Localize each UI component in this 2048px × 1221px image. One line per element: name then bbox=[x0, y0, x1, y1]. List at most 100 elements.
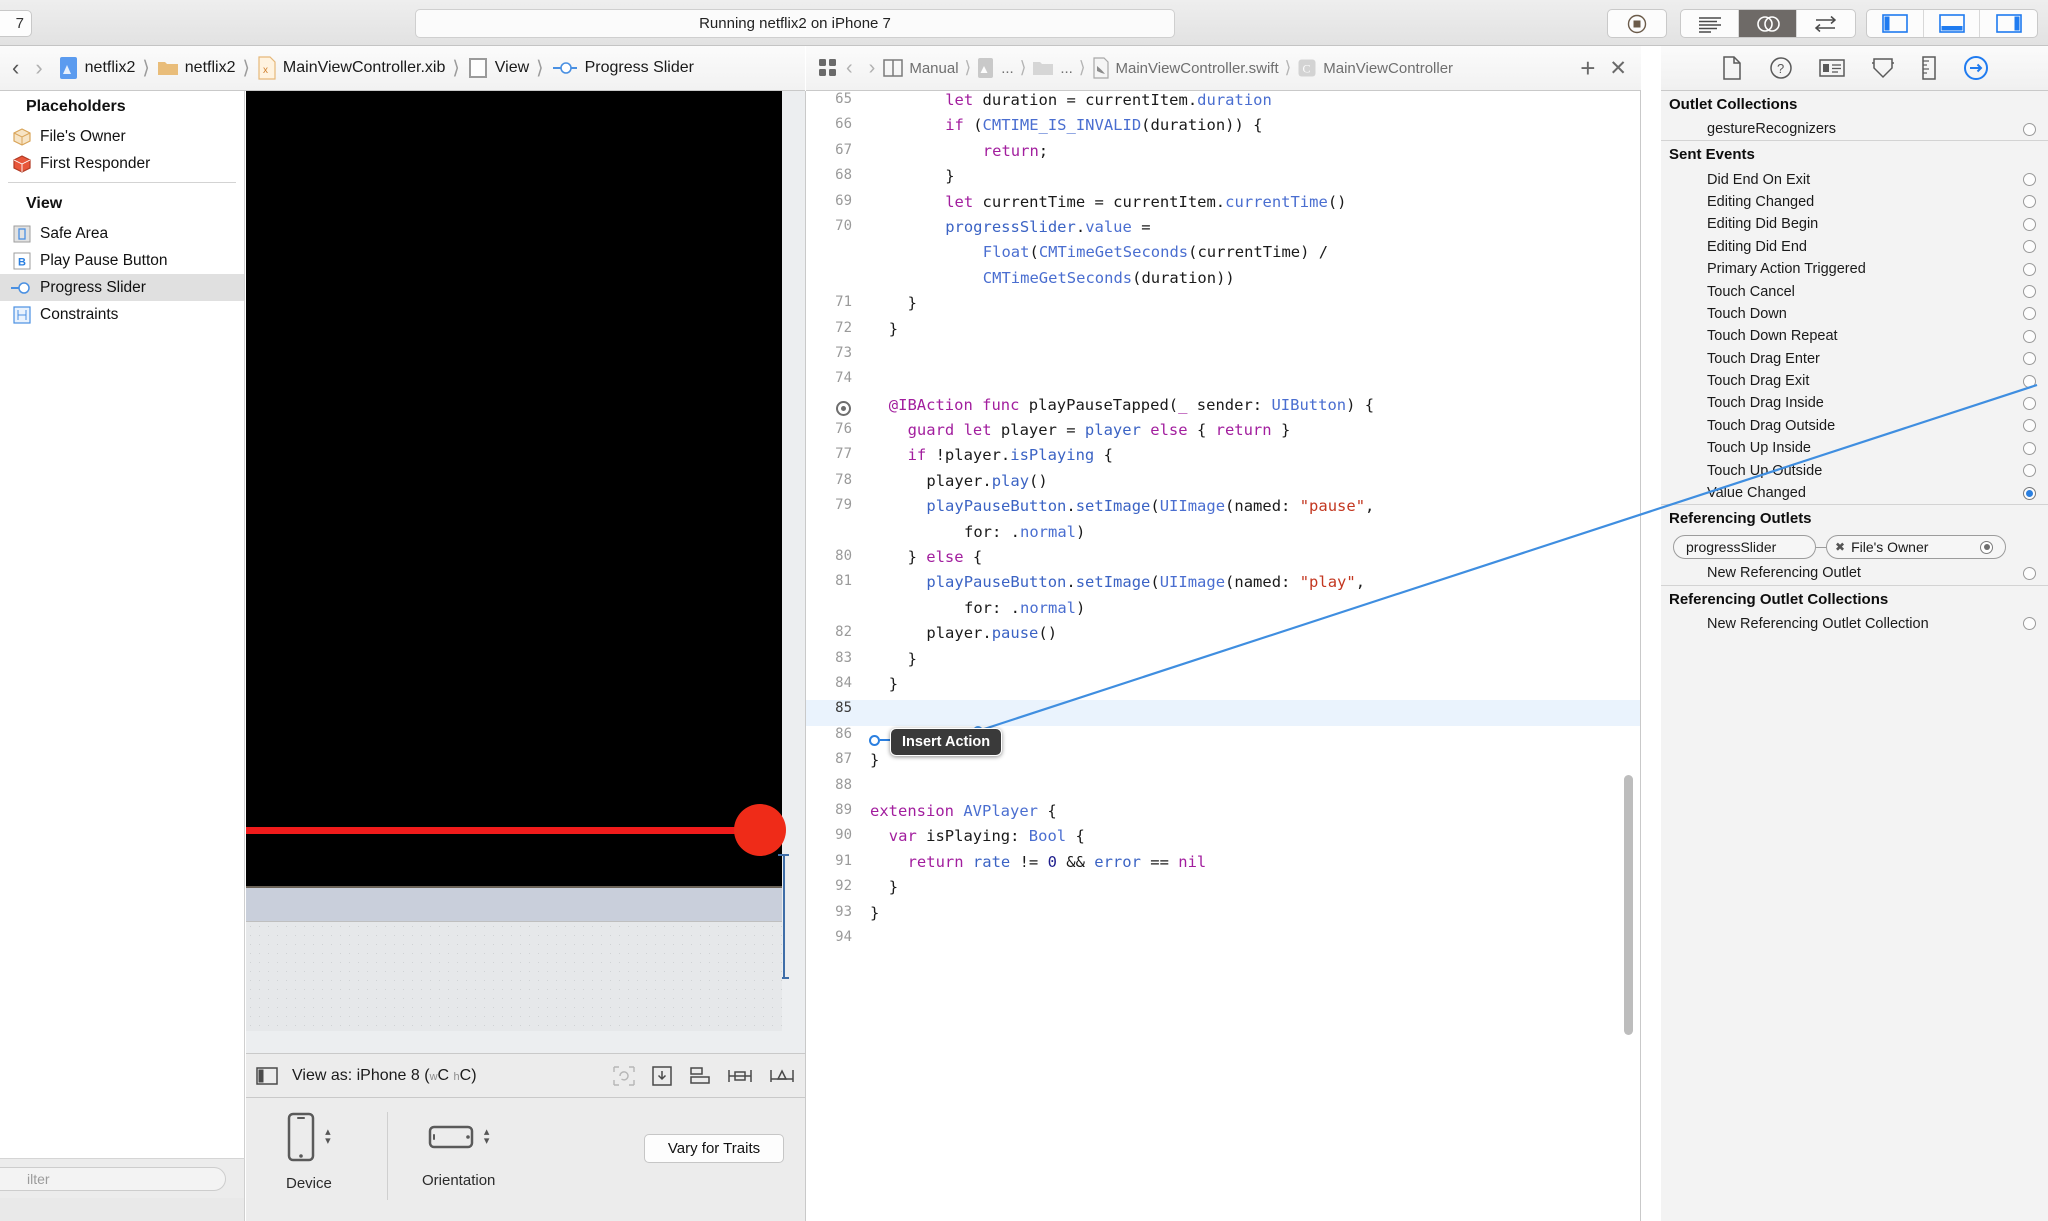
code-line[interactable]: 72} bbox=[806, 320, 1640, 345]
vary-for-traits-button[interactable]: Vary for Traits bbox=[644, 1134, 784, 1163]
connection-well[interactable] bbox=[2023, 262, 2036, 276]
code-line[interactable]: 92} bbox=[806, 878, 1640, 903]
ruler-icon[interactable] bbox=[1921, 56, 1937, 80]
device-stepper[interactable]: ▴ ▾ bbox=[325, 1127, 331, 1147]
scheme-selector[interactable]: 7 bbox=[0, 10, 32, 37]
code-line[interactable]: 81 playPauseButton.setImage(UIImage(named… bbox=[806, 573, 1640, 598]
jumpbar-item-class[interactable]: C MainViewController bbox=[1297, 58, 1453, 78]
connection-well[interactable] bbox=[2023, 352, 2036, 366]
jumpbar-item-project[interactable]: ... bbox=[977, 57, 1014, 79]
device-selector[interactable]: ▴ ▾ Device bbox=[286, 1112, 332, 1192]
connection-well[interactable] bbox=[2023, 173, 2036, 187]
inspector-row[interactable]: Touch Drag Outside bbox=[1661, 415, 2048, 437]
outlet-target-pill[interactable]: ✖ File's Owner bbox=[1826, 535, 2006, 560]
inspector-row[interactable]: Touch Down bbox=[1661, 303, 2048, 325]
code-line[interactable]: 80} else { bbox=[806, 548, 1640, 573]
document-icon[interactable] bbox=[1721, 56, 1743, 80]
update-frames-icon[interactable] bbox=[613, 1065, 635, 1086]
source-code-editor[interactable]: 65 let duration = currentItem.duration 66 i… bbox=[806, 91, 1641, 1221]
code-line[interactable]: 65 let duration = currentItem.duration bbox=[806, 91, 1640, 116]
assistant-editor-button[interactable] bbox=[1739, 10, 1797, 37]
connection-well[interactable] bbox=[2023, 285, 2036, 299]
progress-slider-thumb[interactable] bbox=[734, 804, 786, 856]
inspector-row[interactable]: Touch Down Repeat bbox=[1661, 325, 2048, 347]
close-editor-button[interactable]: ✕ bbox=[1609, 56, 1641, 81]
breadcrumb-item-view[interactable]: View bbox=[467, 56, 529, 80]
outlet-name-pill[interactable]: progressSlider bbox=[1673, 535, 1816, 560]
nav-forward-button[interactable]: › bbox=[27, 55, 50, 81]
arrow-circle-icon[interactable] bbox=[1963, 55, 1989, 81]
code-line[interactable]: 67 return; bbox=[806, 142, 1640, 167]
code-line[interactable]: 68} bbox=[806, 167, 1640, 192]
device-preview[interactable] bbox=[246, 91, 786, 886]
breadcrumb-item-slider[interactable]: Progress Slider bbox=[551, 59, 694, 77]
embed-in-icon[interactable] bbox=[651, 1065, 673, 1086]
code-line[interactable]: Float(CMTimeGetSeconds(currentTime) / bbox=[806, 243, 1640, 268]
interface-builder-canvas[interactable] bbox=[246, 91, 806, 1065]
code-line[interactable]: 74 bbox=[806, 370, 1640, 395]
assistant-forward-button[interactable]: › bbox=[861, 57, 884, 80]
jumpbar-item-folder[interactable]: ... bbox=[1032, 59, 1073, 77]
toggle-debug-area-button[interactable] bbox=[1924, 10, 1981, 37]
inspector-row[interactable]: gestureRecognizers bbox=[1661, 118, 2048, 140]
inspector-row[interactable]: Touch Up Outside bbox=[1661, 459, 2048, 481]
new-referencing-outlet-collection-row[interactable]: New Referencing Outlet Collection bbox=[1661, 613, 2048, 635]
connection-well[interactable] bbox=[2023, 419, 2036, 433]
jumpbar-item-swift-file[interactable]: MainViewController.swift bbox=[1092, 57, 1279, 79]
align-icon[interactable] bbox=[689, 1066, 711, 1086]
pin-icon[interactable] bbox=[727, 1066, 753, 1086]
code-line[interactable]: 73 bbox=[806, 345, 1640, 370]
id-card-icon[interactable] bbox=[1818, 57, 1845, 79]
jumpbar-item-manual[interactable]: Manual bbox=[883, 59, 959, 77]
inspector-row[interactable]: Did End On Exit bbox=[1661, 168, 2048, 190]
filter-input[interactable]: ilter bbox=[0, 1166, 226, 1191]
code-line[interactable]: 93} bbox=[806, 904, 1640, 929]
toggle-navigator-button[interactable] bbox=[1867, 10, 1924, 37]
inspector-row[interactable]: Touch Up Inside bbox=[1661, 437, 2048, 459]
breadcrumb-item-folder[interactable]: netflix2 bbox=[157, 59, 235, 77]
version-editor-button[interactable] bbox=[1797, 10, 1855, 37]
outline-item-first-responder[interactable]: First Responder bbox=[0, 150, 244, 177]
connection-well[interactable] bbox=[2023, 617, 2036, 631]
inspector-row[interactable]: Touch Drag Inside bbox=[1661, 392, 2048, 414]
code-line[interactable]: for: .normal) bbox=[806, 523, 1640, 548]
connection-well[interactable] bbox=[2023, 441, 2036, 455]
orientation-stepper[interactable]: ▴ ▾ bbox=[484, 1127, 490, 1147]
connection-well[interactable] bbox=[2023, 122, 2036, 136]
outline-item-files-owner[interactable]: File's Owner bbox=[0, 123, 244, 150]
question-mark-icon[interactable]: ? bbox=[1769, 56, 1793, 80]
inspector-row[interactable]: Editing Did End bbox=[1661, 236, 2048, 258]
connection-well[interactable] bbox=[2023, 195, 2036, 209]
code-line[interactable]: 70 progressSlider.value = bbox=[806, 218, 1640, 243]
outline-item-progress-slider[interactable]: Progress Slider bbox=[0, 274, 244, 301]
code-line[interactable]: 84} bbox=[806, 675, 1640, 700]
code-line[interactable]: for: .normal) bbox=[806, 599, 1640, 624]
resolve-issues-icon[interactable] bbox=[769, 1066, 795, 1086]
standard-editor-button[interactable] bbox=[1681, 10, 1739, 37]
code-line[interactable]: 76 guard let player = player else { retur… bbox=[806, 421, 1640, 446]
slider-shield-icon[interactable] bbox=[1871, 56, 1895, 80]
inspector-row[interactable]: Editing Changed bbox=[1661, 191, 2048, 213]
outline-item-play-pause-button[interactable]: B Play Pause Button bbox=[0, 247, 244, 274]
inspector-row[interactable]: Value Changed bbox=[1661, 482, 2048, 504]
ib-connection-marker-icon[interactable] bbox=[836, 400, 851, 416]
toggle-outline-button[interactable] bbox=[256, 1066, 278, 1085]
code-line[interactable]: 71} bbox=[806, 294, 1640, 319]
connection-well[interactable] bbox=[2023, 217, 2036, 231]
related-items-icon[interactable] bbox=[818, 58, 838, 78]
toggle-inspector-button[interactable] bbox=[1980, 10, 2037, 37]
inspector-row[interactable]: Editing Did Begin bbox=[1661, 213, 2048, 235]
inspector-row[interactable]: Primary Action Triggered bbox=[1661, 258, 2048, 280]
add-editor-button[interactable]: + bbox=[1580, 53, 1609, 84]
code-line[interactable]: 90 var isPlaying: Bool { bbox=[806, 827, 1640, 852]
code-line[interactable]: 88 bbox=[806, 777, 1640, 802]
outline-item-constraints[interactable]: Constraints bbox=[0, 301, 244, 328]
connection-well[interactable] bbox=[2023, 566, 2036, 580]
breadcrumb-item-project[interactable]: netflix2 bbox=[51, 56, 135, 80]
stop-button[interactable] bbox=[1608, 10, 1666, 37]
connection-well[interactable] bbox=[2023, 396, 2036, 410]
connection-well[interactable] bbox=[2023, 486, 2036, 500]
code-line[interactable]: 78 player.play() bbox=[806, 472, 1640, 497]
connection-well[interactable] bbox=[2023, 374, 2036, 388]
code-line[interactable]: 94 bbox=[806, 929, 1640, 954]
